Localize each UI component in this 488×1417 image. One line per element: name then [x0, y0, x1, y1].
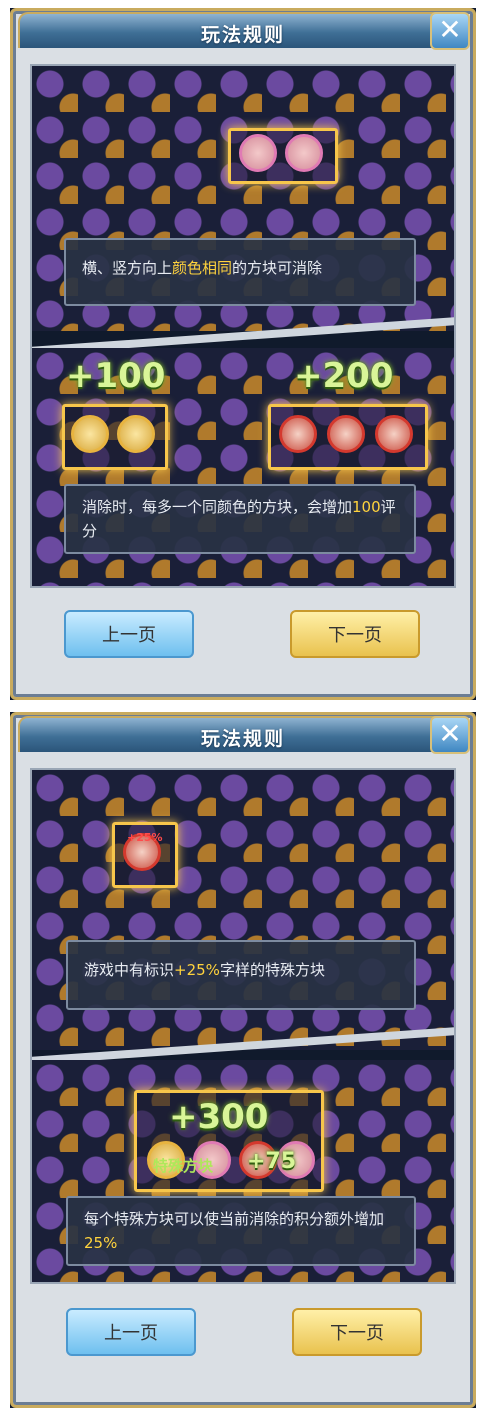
caption-text: 横、竖方向上 — [82, 259, 173, 277]
special-block-highlight: +25% — [112, 822, 178, 888]
board-top: +25% 游戏中有标识+25%字样的特殊方块 — [32, 770, 454, 1050]
rules-panel-2: 玩法规则 ✕ +25% 游戏中有标识+25%字样的特殊方块 +300 特殊方块 … — [10, 712, 476, 1408]
caption-bonus-percent: 每个特殊方块可以使当前消除的积分额外增加 25% — [66, 1196, 416, 1266]
title-bar: 玩法规则 ✕ — [18, 716, 470, 754]
special-block-label: 特殊方块 — [153, 1157, 214, 1175]
caption-highlight: 25% — [84, 1234, 118, 1252]
rules-panel-1: 玩法规则 ✕ 横、竖方向上颜色相同的方块可消除 +100 +200 消除时，每多… — [10, 8, 476, 700]
close-icon[interactable]: ✕ — [430, 12, 470, 50]
caption-highlight: 100 — [352, 498, 381, 516]
next-page-button[interactable]: 下一页 — [290, 610, 420, 658]
board-bottom: +100 +200 消除时，每多一个同颜色的方块，会增加100评分 — [32, 348, 454, 586]
close-icon[interactable]: ✕ — [430, 716, 470, 754]
red-token — [279, 415, 317, 453]
score-100: +100 — [66, 356, 166, 396]
caption-text: 的方块可消除 — [232, 259, 323, 277]
gold-token — [71, 415, 109, 453]
caption-same-color: 横、竖方向上颜色相同的方块可消除 — [64, 238, 416, 306]
panel-title: 玩法规则 — [200, 24, 285, 46]
caption-text: 字样的特殊方块 — [219, 961, 325, 979]
caption-highlight: 颜色相同 — [172, 259, 233, 277]
match-highlight-3 — [268, 404, 428, 470]
score-200: +200 — [294, 356, 394, 396]
caption-text: 游戏中有标识 — [84, 961, 175, 979]
board-top: 横、竖方向上颜色相同的方块可消除 — [32, 66, 454, 331]
illustration-area: +25% 游戏中有标识+25%字样的特殊方块 +300 特殊方块 +75 每个特… — [30, 768, 456, 1284]
caption-highlight: +25% — [174, 961, 220, 979]
red-token — [375, 415, 413, 453]
panel-title: 玩法规则 — [200, 728, 285, 750]
special-match-highlight: +300 特殊方块 +75 — [134, 1090, 324, 1192]
illustration-area: 横、竖方向上颜色相同的方块可消除 +100 +200 消除时，每多一个同颜色的方… — [30, 64, 456, 588]
caption-text: 每个特殊方块可以使当前消除的积分额外增加 — [84, 1210, 385, 1228]
board-bottom: +300 特殊方块 +75 每个特殊方块可以使当前消除的积分额外增加 25% — [32, 1060, 454, 1282]
prev-page-button[interactable]: 上一页 — [66, 1308, 196, 1356]
match-highlight — [228, 128, 338, 184]
next-page-button[interactable]: 下一页 — [292, 1308, 422, 1356]
score-300: +300 — [169, 1097, 269, 1137]
title-bar: 玩法规则 ✕ — [18, 12, 470, 50]
prev-page-button[interactable]: 上一页 — [64, 610, 194, 658]
bonus-75: +75 — [247, 1149, 297, 1174]
match-highlight-2 — [62, 404, 168, 470]
caption-text: 消除时，每多一个同颜色的方块，会增加 — [82, 498, 353, 516]
tag-25-percent: +25% — [127, 831, 163, 844]
caption-special-block: 游戏中有标识+25%字样的特殊方块 — [66, 940, 416, 1010]
caption-bonus: 消除时，每多一个同颜色的方块，会增加100评分 — [64, 484, 416, 554]
gold-token — [117, 415, 155, 453]
pink-token — [239, 134, 277, 172]
pink-token — [285, 134, 323, 172]
red-token — [327, 415, 365, 453]
